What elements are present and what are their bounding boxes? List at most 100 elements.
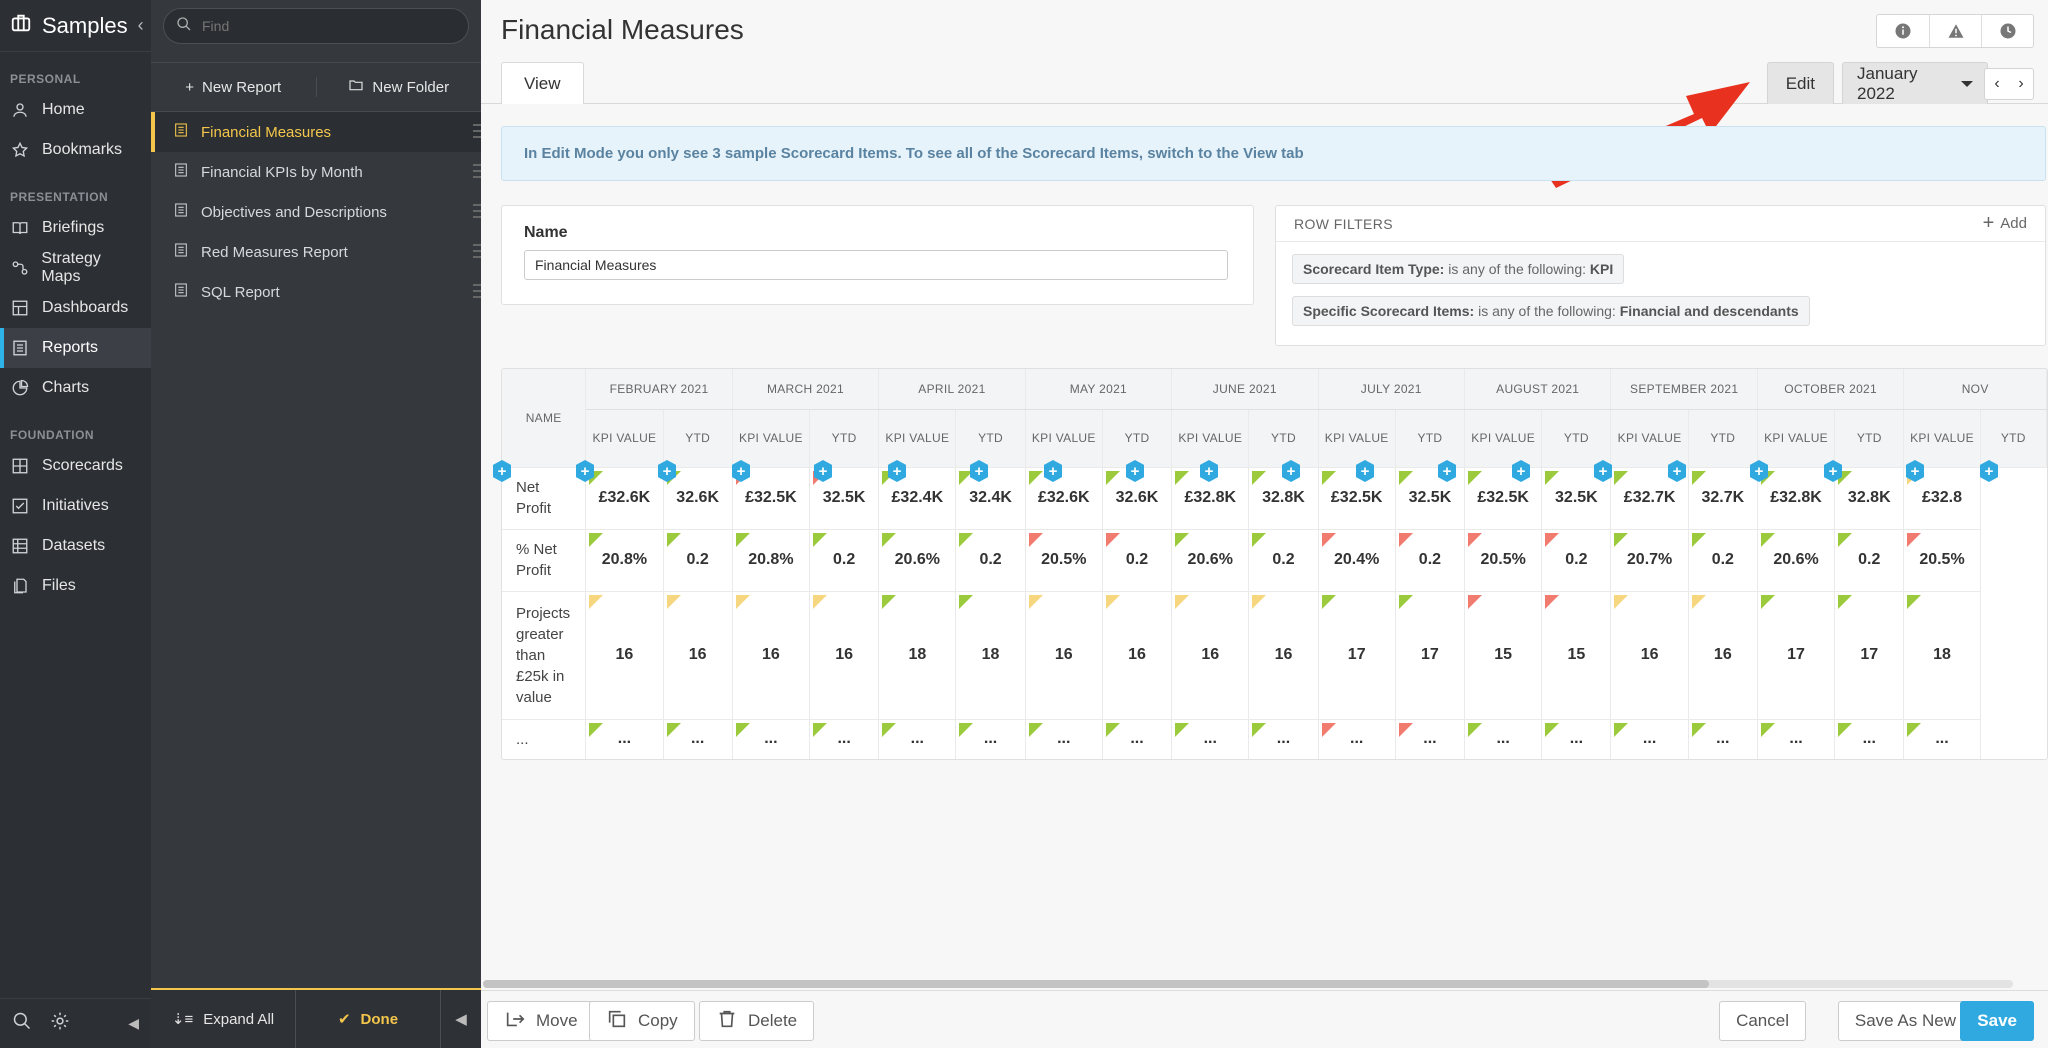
table-cell[interactable]: ...	[1102, 719, 1173, 759]
table-cell[interactable]: 20.5%	[1025, 529, 1103, 592]
sidebar-item-datasets[interactable]: Datasets	[0, 526, 151, 566]
save-as-new-button[interactable]: Save As New	[1837, 1001, 1973, 1041]
table-cell[interactable]: 16	[663, 591, 733, 720]
table-cell[interactable]: £32.6K	[1025, 467, 1103, 530]
chevron-left-icon[interactable]: ‹	[1985, 69, 2009, 99]
table-cell[interactable]: 32.8K	[1834, 467, 1905, 530]
drag-handle-icon[interactable]	[473, 164, 481, 178]
table-cell[interactable]: 16	[1025, 591, 1103, 720]
report-list-item[interactable]: Financial Measures	[151, 112, 481, 152]
done-button[interactable]: ✔ Done	[295, 990, 441, 1048]
table-cell[interactable]: 15	[1464, 591, 1543, 720]
table-cell[interactable]: 16	[1610, 591, 1689, 720]
find-input[interactable]	[202, 18, 456, 34]
table-cell[interactable]: 17	[1757, 591, 1836, 720]
table-cell[interactable]: ...	[1171, 719, 1250, 759]
copy-button[interactable]: Copy	[589, 1001, 695, 1041]
table-cell[interactable]: 0.2	[1395, 529, 1466, 592]
report-list-item[interactable]: Financial KPIs by Month	[151, 152, 481, 192]
sidebar-item-charts[interactable]: Charts	[0, 368, 151, 408]
table-cell[interactable]: ...	[809, 719, 880, 759]
sidebar-item-home[interactable]: Home	[0, 90, 151, 130]
table-cell[interactable]: 17	[1834, 591, 1905, 720]
filter-chip-items[interactable]: Specific Scorecard Items: is any of the …	[1292, 296, 1810, 326]
table-cell[interactable]: 20.5%	[1903, 529, 1981, 592]
sidebar-item-briefings[interactable]: Briefings	[0, 208, 151, 248]
sidebar-item-bookmarks[interactable]: Bookmarks	[0, 130, 151, 170]
table-cell[interactable]: 16	[1248, 591, 1319, 720]
table-cell[interactable]: ...	[1395, 719, 1466, 759]
drag-handle-icon[interactable]	[473, 204, 481, 218]
table-cell[interactable]: ...	[1757, 719, 1836, 759]
table-cell[interactable]: 20.5%	[1464, 529, 1543, 592]
new-report-button[interactable]: + New Report	[151, 79, 316, 96]
table-cell[interactable]: ...	[1248, 719, 1319, 759]
sidebar-item-reports[interactable]: Reports	[0, 328, 151, 368]
find-box[interactable]	[163, 8, 469, 44]
table-cell[interactable]: 18	[955, 591, 1026, 720]
gear-icon[interactable]	[50, 1011, 70, 1036]
table-cell[interactable]: £32.5K	[1464, 467, 1543, 530]
table-cell[interactable]: 20.6%	[1171, 529, 1250, 592]
cancel-button[interactable]: Cancel	[1719, 1001, 1806, 1041]
filter-chip-type[interactable]: Scorecard Item Type: is any of the follo…	[1292, 254, 1625, 284]
table-cell[interactable]: 0.2	[1688, 529, 1758, 592]
chevron-right-icon[interactable]: ›	[2009, 69, 2033, 99]
table-cell[interactable]: 17	[1318, 591, 1396, 720]
drag-handle-icon[interactable]	[473, 284, 481, 298]
sidebar-item-strategy-maps[interactable]: Strategy Maps	[0, 248, 151, 288]
warning-icon[interactable]	[1929, 15, 1981, 47]
table-cell[interactable]: 20.7%	[1610, 529, 1689, 592]
table-cell[interactable]: ...	[1834, 719, 1905, 759]
table-cell[interactable]: ...	[1464, 719, 1543, 759]
table-cell[interactable]: 0.2	[1248, 529, 1319, 592]
table-cell[interactable]: 20.6%	[1757, 529, 1836, 592]
table-cell[interactable]: ...	[955, 719, 1026, 759]
table-cell[interactable]: ...	[1903, 719, 1981, 759]
table-cell[interactable]: ...	[878, 719, 957, 759]
table-cell[interactable]: 18	[1903, 591, 1981, 720]
expand-all-button[interactable]: ⇣≡ Expand All	[151, 990, 295, 1048]
table-cell[interactable]: ...	[663, 719, 733, 759]
table-cell[interactable]: 16	[809, 591, 880, 720]
table-cell[interactable]: £32.6K	[585, 467, 664, 530]
tab-view[interactable]: View	[501, 62, 584, 104]
info-icon[interactable]	[1877, 15, 1929, 47]
collapse-panel-icon[interactable]: ◀	[441, 990, 481, 1048]
report-list-item[interactable]: Objectives and Descriptions	[151, 192, 481, 232]
table-cell[interactable]: 18	[878, 591, 957, 720]
table-cell[interactable]: 0.2	[1102, 529, 1173, 592]
table-cell[interactable]: ...	[1025, 719, 1103, 759]
collapse-triangle-icon[interactable]: ◀	[128, 1015, 139, 1032]
collapse-sidebar-icon[interactable]: ‹	[138, 15, 144, 36]
table-cell[interactable]: 32.7K	[1688, 467, 1758, 530]
table-cell[interactable]: 32.4K	[955, 467, 1026, 530]
table-cell[interactable]: 0.2	[1541, 529, 1612, 592]
table-cell[interactable]: 15	[1541, 591, 1612, 720]
table-cell[interactable]: ...	[1610, 719, 1689, 759]
period-selector[interactable]: January 2022	[1842, 62, 1988, 104]
table-cell[interactable]: 16	[1688, 591, 1758, 720]
report-list-item[interactable]: Red Measures Report	[151, 232, 481, 272]
report-list-item[interactable]: SQL Report	[151, 272, 481, 312]
table-cell[interactable]: ...	[732, 719, 811, 759]
save-button[interactable]: Save	[1960, 1001, 2034, 1041]
sidebar-item-scorecards[interactable]: Scorecards	[0, 446, 151, 486]
sidebar-item-files[interactable]: Files	[0, 566, 151, 606]
clock-icon[interactable]	[1981, 15, 2033, 47]
table-cell[interactable]: 20.4%	[1318, 529, 1396, 592]
table-cell[interactable]: 0.2	[809, 529, 880, 592]
table-cell[interactable]: 17	[1395, 591, 1466, 720]
sidebar-item-dashboards[interactable]: Dashboards	[0, 288, 151, 328]
sidebar-item-initiatives[interactable]: Initiatives	[0, 486, 151, 526]
table-cell[interactable]: 0.2	[1834, 529, 1905, 592]
table-cell[interactable]: 20.6%	[878, 529, 957, 592]
table-cell[interactable]: ...	[1688, 719, 1758, 759]
drag-handle-icon[interactable]	[473, 244, 481, 258]
horizontal-scrollbar[interactable]	[483, 980, 2013, 988]
name-input[interactable]	[524, 250, 1228, 280]
new-folder-button[interactable]: New Folder	[315, 77, 482, 97]
table-cell[interactable]: 16	[585, 591, 664, 720]
table-cell[interactable]: 20.8%	[732, 529, 811, 592]
search-icon[interactable]	[12, 1011, 32, 1036]
